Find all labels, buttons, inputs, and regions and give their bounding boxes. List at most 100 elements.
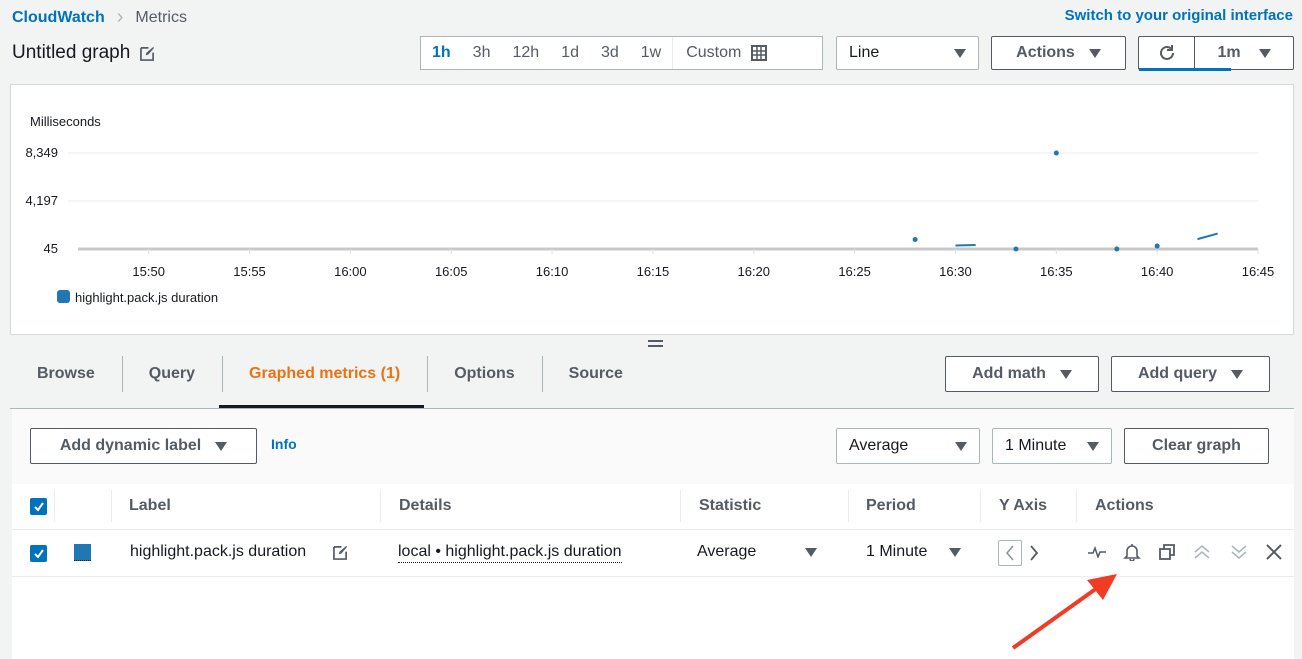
check-icon xyxy=(33,548,44,559)
chevron-down-icon xyxy=(1088,48,1101,58)
chevron-down-icon xyxy=(215,441,228,451)
info-link[interactable]: Info xyxy=(271,436,297,452)
add-math-label: Add math xyxy=(972,365,1046,382)
row-divider xyxy=(12,529,1294,530)
tab-options[interactable]: Options xyxy=(427,356,541,392)
time-range-custom[interactable]: Custom xyxy=(672,37,768,69)
chevron-down-icon[interactable] xyxy=(949,548,961,557)
graph-only-this-icon xyxy=(1088,546,1106,558)
metrics-tabs: Browse Query Graphed metrics (1) Options… xyxy=(10,356,650,408)
add-dynamic-label-button[interactable]: Add dynamic label xyxy=(30,428,257,464)
edit-label-icon[interactable] xyxy=(333,545,348,560)
tab-label: Options xyxy=(454,365,515,382)
breadcrumb-cloudwatch-link[interactable]: CloudWatch xyxy=(12,9,105,27)
tab-browse[interactable]: Browse xyxy=(10,356,122,392)
y-tick-label: 8,349 xyxy=(25,145,58,160)
tab-label: Browse xyxy=(37,365,95,382)
actions-button[interactable]: Actions xyxy=(991,36,1126,70)
refresh-interval-select[interactable]: 1m xyxy=(1194,36,1294,70)
breadcrumb: CloudWatch › Metrics xyxy=(12,6,187,29)
chart-type-value: Line xyxy=(849,44,880,61)
annotation-red-arrow-icon xyxy=(1011,574,1117,650)
time-range-3d[interactable]: 3d xyxy=(590,44,630,62)
row-label: highlight.pack.js duration xyxy=(130,543,307,560)
column-header-statistic[interactable]: Statistic xyxy=(699,497,761,515)
bell-icon xyxy=(1123,544,1141,561)
chevron-down-icon xyxy=(955,441,967,451)
select-all-checkbox[interactable] xyxy=(30,498,47,515)
series-color-swatch[interactable] xyxy=(74,544,91,561)
data-point[interactable] xyxy=(1053,150,1059,156)
data-point[interactable] xyxy=(1114,246,1120,252)
duplicate-button[interactable] xyxy=(1156,541,1178,563)
statistic-select[interactable]: Average xyxy=(836,428,980,464)
time-range-1w[interactable]: 1w xyxy=(630,44,672,62)
close-icon xyxy=(1266,544,1282,560)
add-query-label: Add query xyxy=(1137,365,1218,382)
graph-title: Untitled graph xyxy=(12,42,131,63)
data-point[interactable] xyxy=(1154,243,1160,249)
refresh-icon xyxy=(1159,45,1174,60)
statistic-value: Average xyxy=(849,437,909,454)
chevron-double-up-icon xyxy=(1194,544,1210,559)
time-range-1d[interactable]: 1d xyxy=(550,44,590,62)
data-point[interactable] xyxy=(1013,246,1019,252)
tab-source[interactable]: Source xyxy=(541,356,650,392)
column-header-label[interactable]: Label xyxy=(129,497,171,515)
time-range-1h[interactable]: 1h xyxy=(421,44,462,62)
series-line-segment[interactable] xyxy=(1197,232,1218,241)
column-header-details[interactable]: Details xyxy=(399,497,451,515)
chevron-left-icon xyxy=(1006,545,1014,561)
row-period[interactable]: 1 Minute xyxy=(866,543,927,561)
x-tick-label: 15:50 xyxy=(132,264,165,279)
refresh-control: 1m xyxy=(1138,36,1294,71)
x-tick-label: 16:40 xyxy=(1141,264,1174,279)
row-statistic[interactable]: Average xyxy=(697,543,756,561)
x-tick-label: 16:30 xyxy=(939,264,972,279)
period-select[interactable]: 1 Minute xyxy=(992,428,1112,464)
clear-graph-label: Clear graph xyxy=(1152,437,1241,454)
remove-metric-button[interactable] xyxy=(1263,541,1285,563)
y-axis-left-button[interactable] xyxy=(998,540,1022,566)
chevron-down-icon xyxy=(1231,369,1244,379)
time-range-12h[interactable]: 12h xyxy=(501,44,550,62)
panel-resize-handle[interactable] xyxy=(648,340,663,350)
x-tick-label: 16:05 xyxy=(435,264,468,279)
y-tick-label: 45 xyxy=(44,241,58,256)
chevron-double-down-icon xyxy=(1231,545,1247,560)
y-tick-label: 4,197 xyxy=(25,193,58,208)
duplicate-icon xyxy=(1159,544,1175,560)
time-range-3h[interactable]: 3h xyxy=(462,44,502,62)
tab-query[interactable]: Query xyxy=(121,356,222,392)
add-math-button[interactable]: Add math xyxy=(945,356,1099,392)
graph-this-metric-only-button[interactable] xyxy=(1086,541,1108,563)
add-query-button[interactable]: Add query xyxy=(1111,356,1270,392)
column-header-y-axis[interactable]: Y Axis xyxy=(999,497,1047,515)
tab-label: Graphed metrics (1) xyxy=(249,365,401,382)
tab-graphed-metrics[interactable]: Graphed metrics (1) xyxy=(222,356,427,392)
row-details[interactable]: local • highlight.pack.js duration xyxy=(398,543,622,563)
period-value: 1 Minute xyxy=(1005,437,1067,454)
row-checkbox[interactable] xyxy=(30,545,47,562)
switch-original-interface-link[interactable]: Switch to your original interface xyxy=(1065,7,1293,24)
x-tick-label: 16:10 xyxy=(536,264,569,279)
move-up-button[interactable] xyxy=(1191,541,1213,563)
y-axis-right-button[interactable] xyxy=(1027,543,1041,563)
create-alarm-button[interactable] xyxy=(1121,541,1143,563)
chevron-down-icon xyxy=(1087,441,1099,451)
breadcrumb-chevron-icon: › xyxy=(116,6,124,28)
column-header-period[interactable]: Period xyxy=(866,497,916,515)
edit-title-icon[interactable] xyxy=(140,46,155,61)
chevron-down-icon xyxy=(1059,369,1072,379)
data-point[interactable] xyxy=(912,236,918,242)
chevron-down-icon[interactable] xyxy=(805,548,817,557)
refresh-button[interactable] xyxy=(1138,36,1195,70)
legend-entry-label[interactable]: highlight.pack.js duration xyxy=(75,290,218,305)
add-dynamic-label-text: Add dynamic label xyxy=(59,437,202,454)
clear-graph-button[interactable]: Clear graph xyxy=(1124,428,1269,464)
tab-label: Source xyxy=(568,365,623,382)
time-range-selector: 1h 3h 12h 1d 3d 1w Custom xyxy=(420,36,823,70)
x-tick-label: 16:25 xyxy=(838,264,871,279)
move-down-button[interactable] xyxy=(1228,541,1250,563)
chart-type-select[interactable]: Line xyxy=(836,36,979,70)
